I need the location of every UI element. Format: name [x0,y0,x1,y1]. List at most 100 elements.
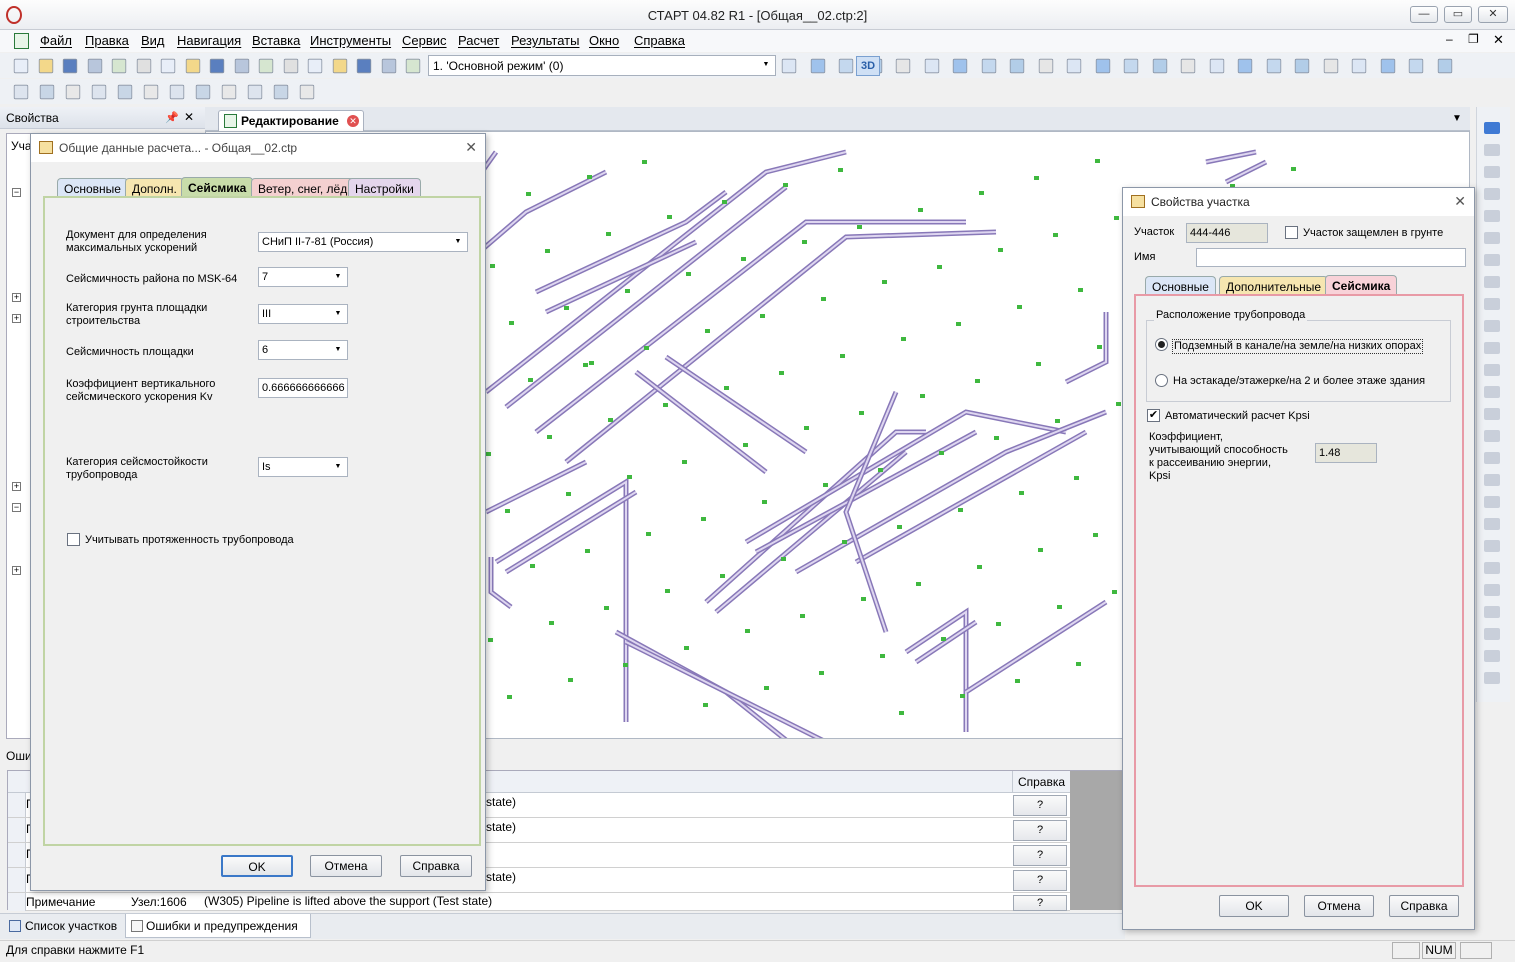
support-marker[interactable] [882,280,887,284]
support-marker[interactable] [920,394,925,398]
table-row[interactable]: Примечание Узел:1606 (W305) Pipeline is li… [8,893,1070,911]
side-tool-icon[interactable] [1484,452,1500,464]
support-marker[interactable] [941,637,946,641]
overpass-radio[interactable] [1155,374,1168,387]
toolbar-button-icon[interactable] [1123,58,1139,74]
toolbar-button-icon[interactable] [62,58,78,74]
support-marker[interactable] [663,403,668,407]
toolbar-button-icon[interactable] [91,84,107,100]
side-tool-icon[interactable] [1484,144,1500,156]
side-tool-icon[interactable] [1484,650,1500,662]
support-marker[interactable] [1074,476,1079,480]
support-marker[interactable] [488,638,493,642]
side-tool-icon[interactable] [1484,606,1500,618]
toolbar-button-icon[interactable] [981,58,996,74]
menu-insert[interactable]: Вставка [252,33,300,48]
kv-input[interactable]: 0.666666666666 [258,378,348,398]
tab-seismic[interactable]: Сейсмика [181,177,254,197]
support-marker[interactable] [783,183,788,187]
toolbar-button-icon[interactable] [13,58,29,74]
support-marker[interactable] [722,200,727,204]
support-marker[interactable] [804,426,809,430]
support-marker[interactable] [1095,159,1100,163]
support-marker[interactable] [937,265,942,269]
pipe-segment[interactable] [535,221,966,433]
support-marker[interactable] [880,654,885,658]
support-marker[interactable] [842,540,847,544]
support-marker[interactable] [720,574,725,578]
toolbar-button-icon[interactable] [332,58,347,74]
pipe-segment[interactable] [665,356,807,453]
toolbar-button-icon[interactable] [87,58,102,74]
pipe-segment[interactable] [794,409,1107,575]
toolbar-button-icon[interactable] [1380,58,1395,74]
side-tool-icon[interactable] [1484,188,1500,200]
pipe-segment[interactable] [715,451,907,613]
toolbar-button-icon[interactable] [307,58,323,74]
toolbar-button-icon[interactable] [1009,58,1025,74]
side-tool-icon[interactable] [1484,474,1500,486]
support-marker[interactable] [1038,548,1043,552]
support-marker[interactable] [779,371,784,375]
support-marker[interactable] [623,663,628,667]
support-marker[interactable] [705,329,710,333]
side-tool-icon[interactable] [1484,518,1500,530]
toolbar-button-icon[interactable] [299,84,315,100]
support-marker[interactable] [606,232,611,236]
close-window-button[interactable]: ✕ [1478,6,1508,23]
support-marker[interactable] [741,257,746,261]
toolbar-button-icon[interactable] [117,84,133,100]
pipe-segment[interactable] [1225,161,1267,183]
view-3d-button[interactable]: 3D [856,56,880,76]
side-tool-icon[interactable] [1484,562,1500,574]
support-marker[interactable] [701,517,706,521]
mode-select[interactable]: 1. 'Основной режим' (0) ▼ [428,55,776,76]
support-marker[interactable] [526,192,531,196]
tab-basic[interactable]: Основные [1145,276,1216,295]
side-tool-icon[interactable] [1484,386,1500,398]
support-marker[interactable] [490,264,495,268]
toolbar-button-icon[interactable] [952,58,968,74]
side-tool-icon[interactable] [1484,122,1500,134]
support-marker[interactable] [684,646,689,650]
support-marker[interactable] [764,686,769,690]
menu-navigation[interactable]: Навигация [177,33,241,48]
support-marker[interactable] [1036,362,1041,366]
toolbar-button-icon[interactable] [38,58,53,74]
side-tool-icon[interactable] [1484,166,1500,178]
support-marker[interactable] [566,492,571,496]
row-help-button[interactable]: ? [1013,870,1067,891]
support-marker[interactable] [545,249,550,253]
underground-radio[interactable] [1155,338,1168,351]
tree-expander-icon[interactable]: + [12,482,21,491]
toolbar-button-icon[interactable] [111,58,127,74]
support-marker[interactable] [505,509,510,513]
tab-additional[interactable]: Дополнительные [1219,276,1328,295]
tabs-dropdown-icon[interactable]: ▼ [1452,113,1462,124]
toolbar-button-icon[interactable] [273,84,289,100]
toolbar-button-icon[interactable] [1152,58,1167,74]
toolbar-button-icon[interactable] [1266,58,1281,74]
pipe-segment[interactable] [855,431,1087,563]
support-marker[interactable] [979,191,984,195]
support-marker[interactable] [958,508,963,512]
pipe-segment[interactable] [485,461,587,513]
support-marker[interactable] [821,297,826,301]
support-marker[interactable] [857,225,862,229]
ok-button[interactable]: OK [1219,895,1289,917]
side-tool-icon[interactable] [1484,276,1500,288]
side-tool-icon[interactable] [1484,408,1500,420]
support-marker[interactable] [819,671,824,675]
tab-seismic[interactable]: Сейсмика [1325,275,1398,295]
support-marker[interactable] [568,678,573,682]
close-icon[interactable]: ✕ [1454,193,1466,210]
tab-basic[interactable]: Основные [57,178,128,197]
toolbar-button-icon[interactable] [1209,58,1224,74]
pipe-segment[interactable] [490,557,512,608]
tab-wind[interactable]: Ветер, снег, лёд [251,178,355,197]
tab-settings[interactable]: Настройки [348,178,421,197]
menu-calc[interactable]: Расчет [458,33,499,48]
toolbar-button-icon[interactable] [13,84,29,100]
support-marker[interactable] [1093,533,1098,537]
soil-select[interactable]: III ▼ [258,304,348,324]
